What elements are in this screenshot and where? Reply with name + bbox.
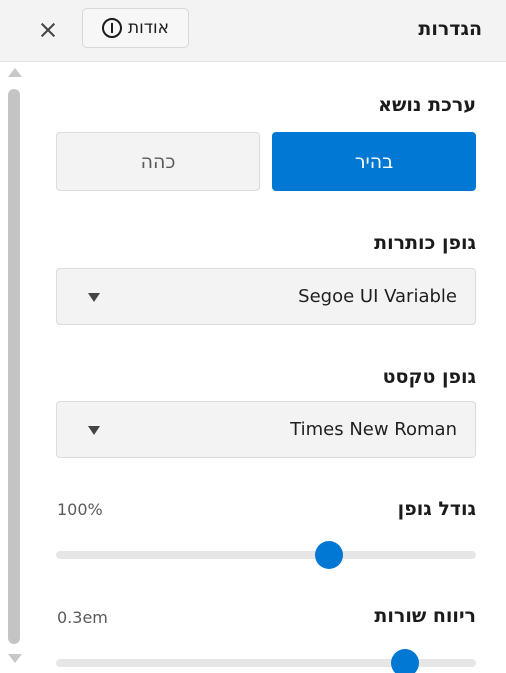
line-spacing-label: ריווח שורות xyxy=(374,605,476,627)
heading-font-select[interactable]: Segoe UI Variable xyxy=(56,268,476,325)
line-spacing-slider-thumb[interactable] xyxy=(390,649,419,673)
heading-font-label: גופן כותרות xyxy=(374,232,476,254)
scroll-down-arrow-icon[interactable] xyxy=(8,654,22,663)
font-size-slider[interactable] xyxy=(56,551,476,559)
theme-light-button[interactable]: בהיר xyxy=(272,132,476,191)
about-label: אודות xyxy=(127,18,170,38)
close-icon[interactable] xyxy=(36,18,60,42)
text-font-value: Times New Roman xyxy=(290,419,457,440)
about-button[interactable]: אודות xyxy=(82,8,189,48)
font-size-slider-thumb[interactable] xyxy=(315,541,343,569)
chevron-down-icon xyxy=(88,426,100,435)
settings-header: הגדרות אודות xyxy=(0,0,506,62)
info-icon xyxy=(101,18,122,38)
settings-title: הגדרות xyxy=(418,18,482,40)
line-spacing-value: 0.3em xyxy=(57,608,108,627)
scrollbar[interactable] xyxy=(6,64,22,673)
theme-label: ערכת נושא xyxy=(378,94,476,116)
scroll-up-arrow-icon[interactable] xyxy=(8,68,22,77)
heading-font-value: Segoe UI Variable xyxy=(298,286,457,307)
font-size-label: גודל גופן xyxy=(397,498,476,520)
text-font-label: גופן טקסט xyxy=(382,366,476,388)
chevron-down-icon xyxy=(88,293,100,302)
theme-dark-button[interactable]: כהה xyxy=(56,132,260,191)
text-font-select[interactable]: Times New Roman xyxy=(56,401,476,458)
scrollbar-thumb[interactable] xyxy=(8,89,20,644)
font-size-value: 100% xyxy=(57,500,103,519)
